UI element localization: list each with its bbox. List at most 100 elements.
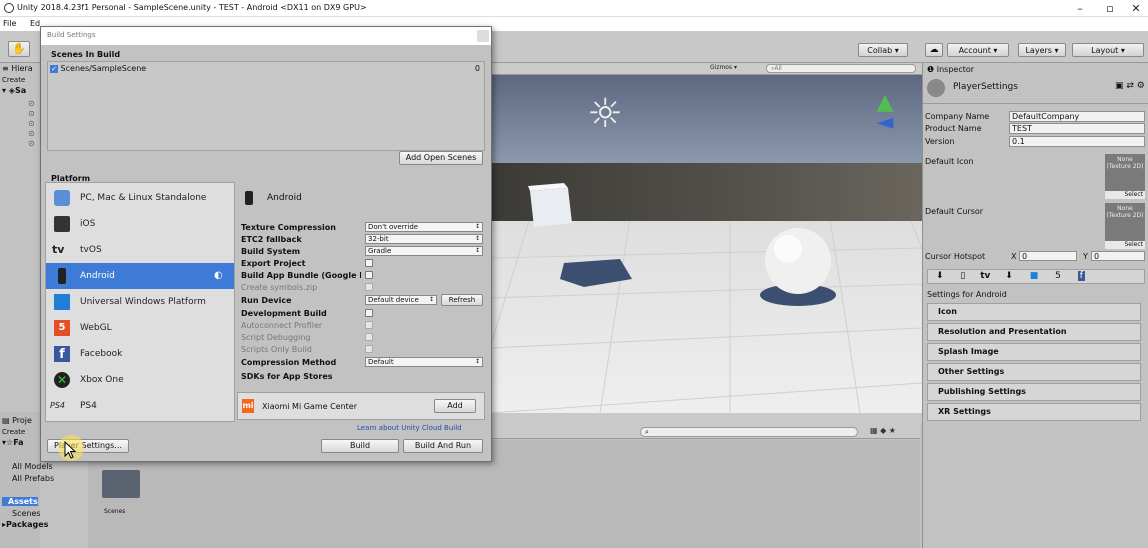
hotspot-x-field[interactable]: 0 xyxy=(1019,251,1077,261)
autoconnect-profiler-label: Autoconnect Profiler xyxy=(241,321,323,330)
html5-icon: 5 xyxy=(54,320,70,336)
layout-dropdown[interactable]: Layout ▾ xyxy=(1072,43,1144,57)
cloud-icon[interactable]: ☁ xyxy=(925,43,943,57)
cloud-build-link[interactable]: Learn about Unity Cloud Build xyxy=(357,424,462,432)
scene-view[interactable]: Gizmos ▾ ⌕All ☼ ▲ ◄ xyxy=(490,63,922,413)
assets-item[interactable]: Assets xyxy=(2,497,38,506)
build-button[interactable]: Build xyxy=(321,439,399,453)
scene-search-input[interactable]: ⌕All xyxy=(766,64,916,73)
dialog-titlebar: Build Settings xyxy=(41,27,491,45)
window-titlebar: Unity 2018.4.23f1 Personal - SampleScene… xyxy=(0,0,1148,17)
dialog-close-button[interactable] xyxy=(477,30,489,42)
inspector-tab[interactable]: ❶ Inspector xyxy=(927,65,974,74)
platform-ps4[interactable]: PS4 PS4 xyxy=(46,393,234,419)
facebook-tab-icon[interactable]: f xyxy=(1077,271,1085,281)
gizmos-dropdown[interactable]: Gizmos ▾ xyxy=(710,64,762,73)
scripts-only-build-checkbox xyxy=(365,345,373,353)
scenes-list: ✓ Scenes/SampleScene 0 xyxy=(47,61,485,151)
section-other-settings[interactable]: Other Settings xyxy=(927,363,1141,381)
android-tab-icon[interactable]: ⬇ xyxy=(1005,271,1013,281)
all-models-item[interactable]: All Models xyxy=(12,462,53,471)
platform-xbox[interactable]: ✕ Xbox One xyxy=(46,367,234,393)
menu-edit[interactable]: Ed xyxy=(30,19,40,28)
section-publishing-settings[interactable]: Publishing Settings xyxy=(927,383,1141,401)
facebook-icon: f xyxy=(54,346,70,362)
platform-android[interactable]: Android ◐ xyxy=(46,263,234,289)
ios-icon xyxy=(54,216,70,232)
tvos-tab-icon[interactable]: tv xyxy=(980,271,990,281)
company-name-field[interactable]: DefaultCompany xyxy=(1009,111,1145,122)
add-sdk-button[interactable]: Add xyxy=(434,399,476,413)
project-tab[interactable]: ▤ Proje xyxy=(2,416,32,425)
webgl-tab-icon[interactable]: 5 xyxy=(1055,271,1061,281)
folder-icon[interactable] xyxy=(102,470,140,498)
compression-method-dropdown[interactable]: Default xyxy=(365,357,483,367)
inspector-options-icon[interactable]: ▣ ⇄ ⚙ xyxy=(1115,81,1145,91)
all-prefabs-item[interactable]: All Prefabs xyxy=(12,474,54,483)
export-project-label: Export Project xyxy=(241,259,306,268)
favorites-item[interactable]: ▾☆Fa xyxy=(2,438,24,447)
default-cursor-select-button[interactable]: Select xyxy=(1105,241,1145,249)
hotspot-x-label: X xyxy=(1011,252,1017,261)
inspector-divider xyxy=(923,103,1148,104)
menu-file[interactable]: File xyxy=(3,19,16,28)
minimize-button[interactable]: – xyxy=(1063,0,1097,17)
layers-dropdown[interactable]: Layers ▾ xyxy=(1018,43,1066,57)
section-icon[interactable]: Icon xyxy=(927,303,1141,321)
company-name-label: Company Name xyxy=(925,112,990,121)
windows-tab-icon[interactable]: ■ xyxy=(1030,271,1039,281)
default-icon-select-button[interactable]: Select xyxy=(1105,191,1145,199)
development-build-checkbox[interactable] xyxy=(365,309,373,317)
export-project-checkbox[interactable] xyxy=(365,259,373,267)
section-resolution[interactable]: Resolution and Presentation xyxy=(927,323,1141,341)
scene-objects xyxy=(528,183,836,306)
cursor-hotspot-label: Cursor Hotspot xyxy=(925,252,986,261)
product-name-label: Product Name xyxy=(925,124,982,133)
build-and-run-button[interactable]: Build And Run xyxy=(403,439,483,453)
standalone-tab-icon[interactable]: ⬇ xyxy=(936,271,944,281)
app-bundle-checkbox[interactable] xyxy=(365,271,373,279)
run-device-dropdown[interactable]: Default device xyxy=(365,295,437,305)
mouse-cursor-icon xyxy=(64,441,77,459)
add-open-scenes-button[interactable]: Add Open Scenes xyxy=(399,151,483,165)
refresh-button[interactable]: Refresh xyxy=(441,294,483,306)
standalone-icon xyxy=(54,190,70,206)
cube-front xyxy=(530,188,572,227)
scene-gizmo-icon[interactable]: ▲ ◄ xyxy=(870,92,900,135)
scenes-tree-item[interactable]: Scenes xyxy=(12,509,41,518)
platform-ios[interactable]: iOS xyxy=(46,211,234,237)
project-toolbar: ⌕ ▦ ◆ ★ xyxy=(492,425,920,439)
xbox-icon: ✕ xyxy=(54,372,70,388)
etc2-fallback-dropdown[interactable]: 32-bit xyxy=(365,234,483,244)
scene-checkbox[interactable]: ✓ xyxy=(50,65,58,73)
platform-tvos[interactable]: tv tvOS xyxy=(46,237,234,263)
collab-button[interactable]: Collab ▾ xyxy=(858,43,908,57)
platform-standalone[interactable]: PC, Mac & Linux Standalone xyxy=(46,185,234,211)
hierarchy-scene-item[interactable]: ▾ ◈Sa xyxy=(2,86,26,95)
packages-item[interactable]: ▸Packages xyxy=(2,520,48,529)
scene-list-item[interactable]: ✓ Scenes/SampleScene 0 xyxy=(50,64,484,75)
version-field[interactable]: 0.1 xyxy=(1009,136,1145,147)
section-splash-image[interactable]: Splash Image xyxy=(927,343,1141,361)
project-search-input[interactable]: ⌕ xyxy=(640,427,858,437)
product-name-field[interactable]: TEST xyxy=(1009,123,1145,134)
development-build-label: Development Build xyxy=(241,309,327,318)
hand-tool-icon[interactable]: ✋ xyxy=(8,41,30,57)
scene-index: 0 xyxy=(474,64,480,73)
run-device-label: Run Device xyxy=(241,296,292,305)
platform-webgl[interactable]: 5 WebGL xyxy=(46,315,234,341)
section-xr-settings[interactable]: XR Settings xyxy=(927,403,1141,421)
hierarchy-create-button[interactable]: Create xyxy=(2,76,25,84)
hierarchy-tab[interactable]: ≡ Hiera xyxy=(2,64,33,73)
texture-compression-dropdown[interactable]: Don't override xyxy=(365,222,483,232)
build-system-dropdown[interactable]: Gradle xyxy=(365,246,483,256)
ios-tab-icon[interactable]: ▯ xyxy=(960,271,965,281)
account-dropdown[interactable]: Account ▾ xyxy=(947,43,1009,57)
project-filter-icons[interactable]: ▦ ◆ ★ xyxy=(870,426,896,435)
project-create-button[interactable]: Create xyxy=(2,428,25,436)
platform-uwp[interactable]: Universal Windows Platform xyxy=(46,289,234,315)
hotspot-y-field[interactable]: 0 xyxy=(1091,251,1145,261)
platform-list: PC, Mac & Linux Standalone iOS tv tvOS An… xyxy=(45,182,235,422)
close-button[interactable]: ✕ xyxy=(1119,0,1148,17)
platform-facebook[interactable]: f Facebook xyxy=(46,341,234,367)
